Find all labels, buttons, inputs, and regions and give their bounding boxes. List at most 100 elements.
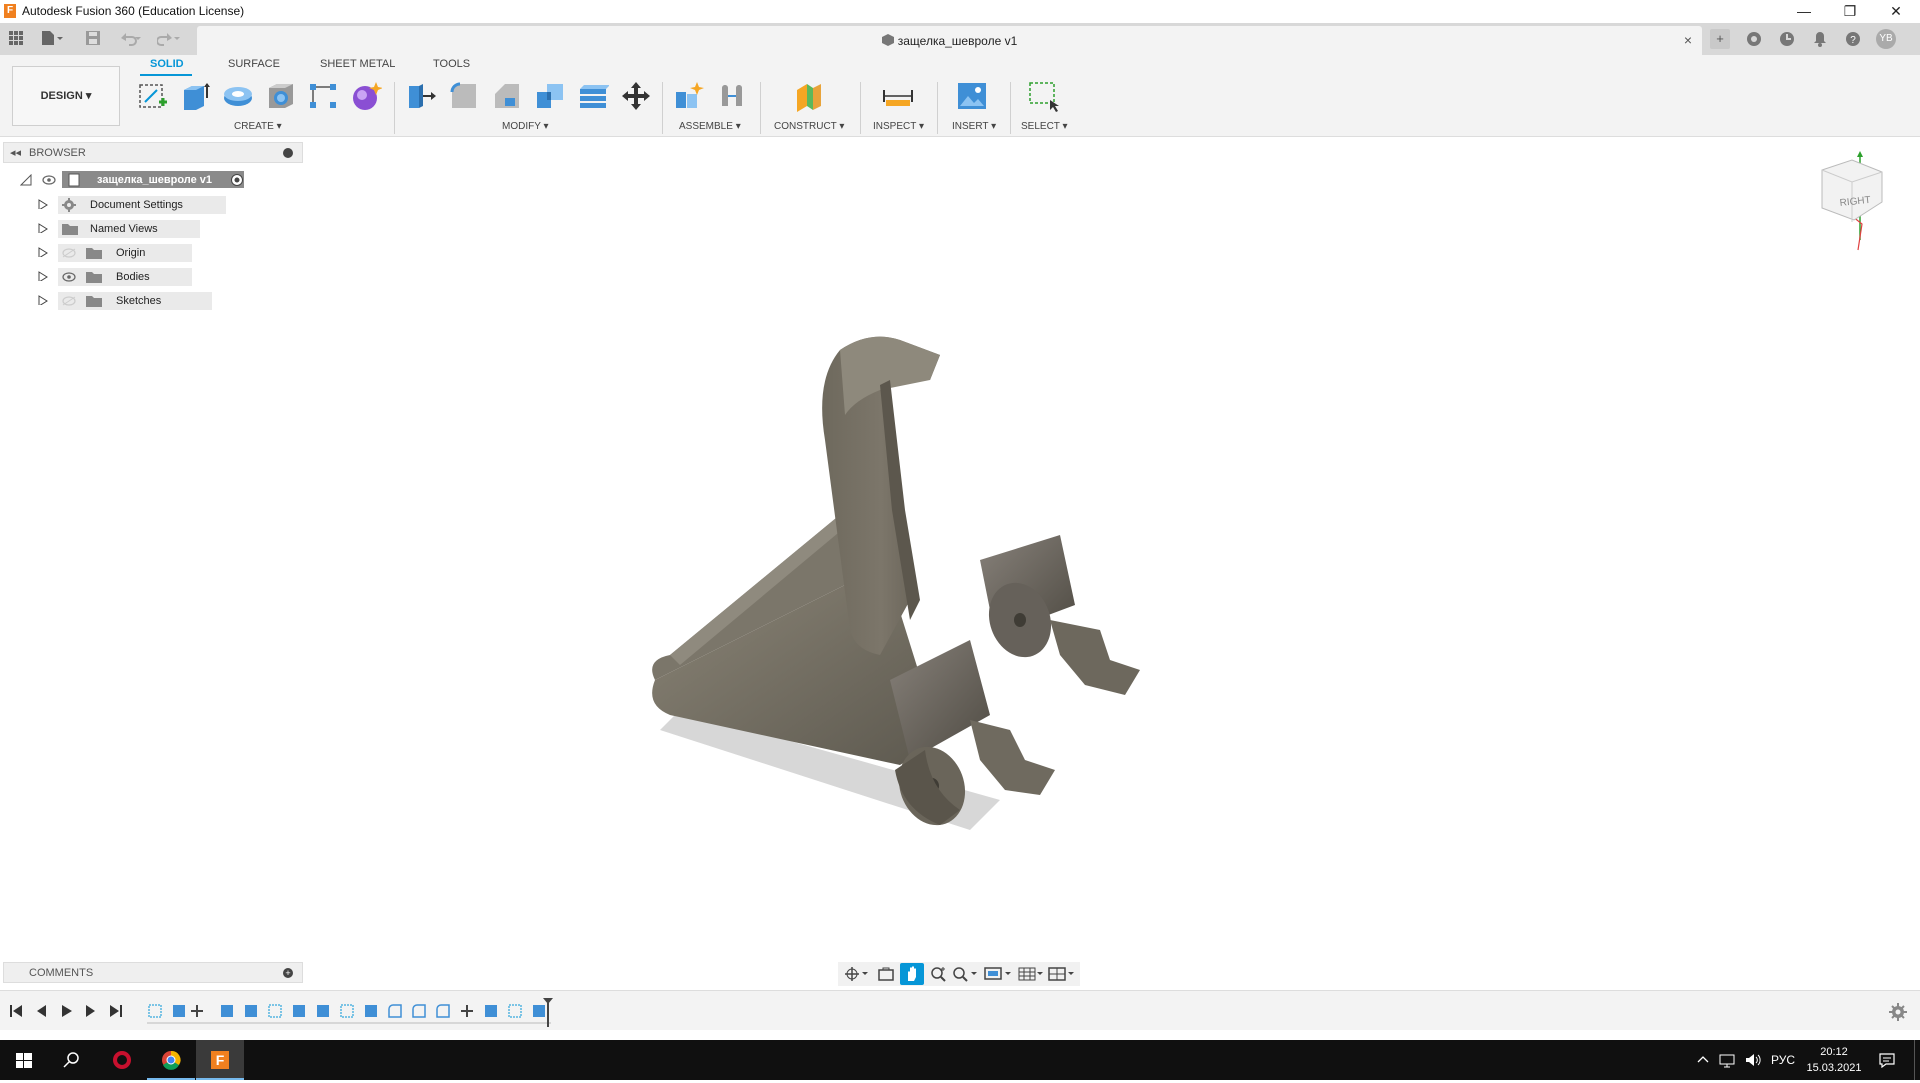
step-back-icon[interactable] (33, 1003, 49, 1019)
document-tab[interactable]: защелка_шевроле v1 × (197, 26, 1702, 55)
volume-icon[interactable] (1744, 1052, 1762, 1068)
job-status-icon[interactable] (1777, 29, 1797, 49)
look-at-icon[interactable] (878, 966, 894, 982)
assemble-menu[interactable]: ASSEMBLE ▾ (679, 121, 741, 132)
restore-button[interactable]: ❐ (1827, 0, 1873, 23)
show-desktop-button[interactable] (1914, 1040, 1920, 1080)
network-icon[interactable] (1718, 1052, 1736, 1068)
expand-triangle-icon[interactable] (38, 223, 48, 233)
tab-solid[interactable]: SOLID (150, 58, 184, 70)
chamfer-icon[interactable] (491, 80, 523, 112)
user-avatar[interactable]: YB (1876, 29, 1896, 49)
revolve-icon[interactable] (222, 80, 254, 112)
expand-triangle-icon[interactable] (38, 247, 48, 257)
timeline-settings-gear-icon[interactable] (1889, 1003, 1907, 1021)
create-menu[interactable]: CREATE ▾ (234, 121, 282, 132)
tab-surface[interactable]: SURFACE (228, 58, 280, 70)
minimize-button[interactable]: — (1781, 0, 1827, 23)
tree-item-document-settings[interactable]: Document Settings (38, 196, 238, 214)
tree-item-named-views[interactable]: Named Views (38, 220, 238, 238)
grid-settings-icon[interactable] (1018, 966, 1044, 982)
pan-hand-icon (908, 966, 916, 981)
undo-icon[interactable] (118, 30, 142, 48)
go-to-end-icon[interactable] (108, 1003, 124, 1019)
show-hidden-icons-chevron-icon[interactable] (1697, 1053, 1709, 1067)
pan-button[interactable] (900, 963, 924, 985)
viewports-icon[interactable] (1048, 966, 1076, 982)
tab-sheet-metal[interactable]: SHEET METAL (320, 58, 395, 70)
redo-icon[interactable] (156, 30, 181, 48)
search-button[interactable] (48, 1040, 96, 1080)
visibility-eye-hidden-icon[interactable] (62, 248, 76, 258)
close-window-button[interactable]: ✕ (1873, 0, 1919, 23)
insert-menu[interactable]: INSERT ▾ (952, 121, 996, 132)
extrude-icon[interactable] (180, 80, 212, 112)
modify-menu[interactable]: MODIFY ▾ (502, 121, 549, 132)
divider (937, 82, 938, 134)
timeline-features[interactable] (145, 1001, 551, 1024)
collapse-triangle-icon[interactable] (20, 174, 32, 186)
shell-icon[interactable] (577, 80, 610, 112)
action-center-icon[interactable] (1878, 1052, 1896, 1068)
comments-title: COMMENTS (29, 967, 94, 979)
offset-plane-icon[interactable] (793, 80, 825, 112)
step-forward-icon[interactable] (83, 1003, 99, 1019)
save-icon[interactable] (85, 30, 101, 48)
inspect-menu[interactable]: INSPECT ▾ (873, 121, 924, 132)
collapse-browser-icon[interactable]: ◂◂ (10, 146, 21, 159)
joint-icon[interactable] (716, 80, 748, 112)
start-button[interactable] (0, 1040, 48, 1080)
taskbar-app-antivirus[interactable] (98, 1040, 146, 1080)
extensions-icon[interactable] (1744, 29, 1764, 49)
visibility-eye-icon[interactable] (62, 272, 76, 282)
viewcube[interactable]: RIGHT (1812, 150, 1912, 260)
orbit-icon[interactable] (844, 966, 868, 982)
display-settings-icon[interactable] (984, 966, 1012, 982)
new-tab-icon[interactable]: + (1710, 29, 1730, 49)
tree-item-sketches[interactable]: Sketches (38, 292, 238, 310)
move-copy-icon[interactable] (620, 80, 652, 112)
data-panel-icon[interactable] (8, 30, 24, 48)
expand-triangle-icon[interactable] (38, 199, 48, 209)
add-comment-icon[interactable]: + (283, 968, 293, 978)
timeline-marker-icon[interactable] (542, 997, 554, 1027)
browser-options-icon[interactable] (283, 148, 293, 158)
construct-menu[interactable]: CONSTRUCT ▾ (774, 121, 844, 132)
tree-item-origin[interactable]: Origin (38, 244, 238, 262)
measure-icon[interactable] (882, 80, 914, 112)
go-to-start-icon[interactable] (8, 1003, 24, 1019)
visibility-eye-hidden-icon[interactable] (62, 296, 76, 306)
file-menu-icon[interactable] (40, 30, 64, 48)
title-bar: F Autodesk Fusion 360 (Education License… (0, 0, 1920, 23)
zoom-icon[interactable] (930, 966, 946, 982)
create-sketch-icon[interactable] (137, 80, 169, 112)
hole-icon[interactable] (265, 80, 297, 112)
press-pull-icon[interactable] (405, 80, 437, 112)
3d-model-viewport[interactable] (640, 320, 1200, 840)
tree-item-bodies[interactable]: Bodies (38, 268, 238, 286)
clock[interactable]: 20:12 15.03.2021 (1800, 1044, 1868, 1076)
fillet-icon[interactable] (448, 80, 480, 112)
combine-icon[interactable] (534, 80, 566, 112)
play-icon[interactable] (58, 1003, 74, 1019)
workspace-switcher[interactable]: DESIGN ▾ (12, 66, 120, 126)
select-menu[interactable]: SELECT ▾ (1021, 121, 1068, 132)
tab-tools[interactable]: TOOLS (433, 58, 470, 70)
create-form-icon[interactable] (350, 80, 383, 112)
visibility-eye-icon[interactable] (42, 175, 56, 185)
expand-triangle-icon[interactable] (38, 271, 48, 281)
fit-icon[interactable] (952, 966, 978, 982)
window-select-icon[interactable] (1028, 80, 1060, 112)
activate-radio-icon[interactable] (230, 173, 244, 187)
input-language-indicator[interactable]: РУС (1771, 1053, 1795, 1067)
taskbar-app-fusion360[interactable]: F (196, 1040, 244, 1080)
close-tab-button[interactable]: × (1684, 32, 1692, 48)
new-component-icon[interactable] (673, 80, 705, 112)
insert-image-icon[interactable] (956, 80, 988, 112)
help-icon[interactable]: ? (1843, 29, 1863, 49)
notifications-icon[interactable] (1810, 29, 1830, 49)
taskbar-app-chrome[interactable] (147, 1040, 195, 1080)
expand-triangle-icon[interactable] (38, 295, 48, 305)
browser-root-item[interactable]: защелка_шевроле v1 (20, 171, 280, 189)
pattern-icon[interactable] (307, 80, 339, 112)
